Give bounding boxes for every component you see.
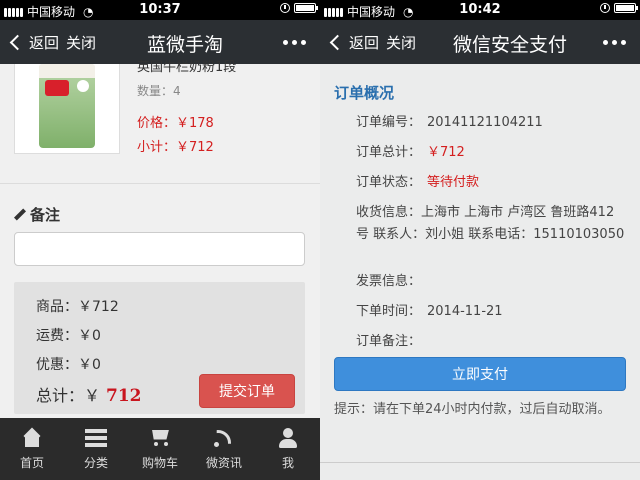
payment-hint: 提示：请在下单24小时内付款，过后自动取消。 [334, 402, 611, 417]
order-summary: 商品：￥712 运费：￥0 优惠：￥0 总计：￥ 712 提交订单 [14, 282, 305, 414]
goods-amount: 商品：￥712 [36, 299, 119, 315]
back-label: 返回 [349, 34, 380, 52]
product-name[interactable]: 英国牛栏奶粉1段 [137, 56, 236, 75]
chevron-left-icon [9, 34, 26, 51]
order-time: 下单时间： 2014-11-21 [356, 301, 503, 323]
order-number: 订单编号： 20141121104211 [356, 112, 543, 134]
order-total: 订单总计： ￥712 [356, 142, 465, 164]
pencil-icon [14, 209, 26, 221]
status-bar: 中国移动 ◔ 10:42 [320, 0, 640, 20]
remark-title-text: 备注 [30, 206, 61, 224]
more-icon[interactable] [283, 40, 306, 45]
tab-cart[interactable]: 购物车 [128, 418, 192, 480]
more-icon[interactable] [603, 40, 626, 45]
product-price: 价格：￥178 [137, 116, 214, 131]
page-title: 微信安全支付 [452, 34, 567, 56]
chevron-left-icon [329, 34, 346, 51]
tab-label: 微资讯 [205, 455, 242, 470]
tab-me[interactable]: 我 [256, 418, 320, 480]
order-total-label: 订单总计： [356, 145, 422, 160]
order-overview-heading: 订单概况 [334, 84, 395, 102]
pay-now-button[interactable]: 立即支付 [334, 357, 626, 391]
close-button[interactable]: 关闭 [386, 32, 416, 53]
tab-label: 首页 [19, 455, 44, 470]
shipping-info: 收货信息：上海市 上海市 卢湾区 鲁班路412号 联系人：刘小姐 联系电话：15… [356, 205, 625, 242]
order-number-label: 订单编号： [356, 115, 422, 130]
product-quantity: 数量：4 [137, 84, 181, 98]
total-label: 总计：￥ [36, 386, 101, 405]
submit-order-button[interactable]: 提交订单 [199, 374, 295, 408]
battery-icon [294, 3, 318, 13]
tab-home[interactable]: 首页 [0, 418, 64, 480]
tab-label: 购物车 [141, 455, 178, 470]
invoice-info: 发票信息： [356, 274, 422, 289]
status-bar: 中国移动 ◔ 10:37 [0, 0, 320, 20]
remark-input[interactable] [14, 232, 305, 266]
status-time: 10:42 [459, 2, 501, 17]
clock-icon [600, 3, 610, 13]
discount-amount: 优惠：￥0 [36, 357, 101, 373]
back-label: 返回 [29, 34, 60, 52]
order-status-value: 等待付款 [427, 175, 480, 190]
close-button[interactable]: 关闭 [66, 32, 96, 53]
product-image[interactable] [14, 64, 120, 154]
tab-label: 分类 [83, 455, 108, 470]
tab-label: 我 [281, 455, 294, 470]
product-subtotal: 小计：￥712 [137, 140, 214, 155]
status-right [280, 3, 318, 13]
order-note: 订单备注： [356, 334, 422, 349]
order-time-value: 2014-11-21 [427, 304, 503, 319]
rss-icon [213, 428, 235, 448]
home-icon [21, 428, 43, 448]
nav-bar: 返回 关闭 微信安全支付 [320, 20, 640, 64]
left-screen: 中国移动 ◔ 10:37 返回 关闭 蓝微手淘 英国牛栏奶粉1段 数量：4 价格… [0, 0, 320, 480]
status-right [600, 3, 638, 13]
user-icon [277, 427, 299, 448]
total-amount: 总计：￥ 712 [36, 382, 142, 406]
clock-icon [280, 3, 290, 13]
order-number-value: 20141121104211 [427, 115, 543, 130]
right-screen: 中国移动 ◔ 10:42 返回 关闭 微信安全支付 订单概况 订单编号： 2014… [320, 0, 640, 480]
tab-category[interactable]: 分类 [64, 418, 128, 480]
total-value: 712 [106, 386, 142, 406]
tab-bar: 首页 分类 购物车 微资讯 我 [0, 418, 320, 480]
list-icon [85, 428, 107, 448]
order-total-value: ￥712 [427, 145, 465, 160]
tab-news[interactable]: 微资讯 [192, 418, 256, 480]
remark-heading: 备注 [14, 204, 60, 225]
order-status-label: 订单状态： [356, 175, 422, 190]
back-button[interactable]: 返回 [8, 32, 59, 53]
order-status: 订单状态： 等待付款 [356, 172, 479, 194]
product-item: 英国牛栏奶粉1段 数量：4 价格：￥178 小计：￥712 [0, 60, 320, 184]
back-button[interactable]: 返回 [328, 32, 379, 53]
order-time-label: 下单时间： [356, 304, 422, 319]
status-time: 10:37 [139, 2, 181, 17]
cart-icon [149, 428, 171, 448]
divider [320, 462, 640, 463]
milk-tin-icon [39, 64, 95, 148]
page-title: 蓝微手淘 [146, 34, 223, 56]
battery-icon [614, 3, 638, 13]
shipping-amount: 运费：￥0 [36, 328, 101, 344]
